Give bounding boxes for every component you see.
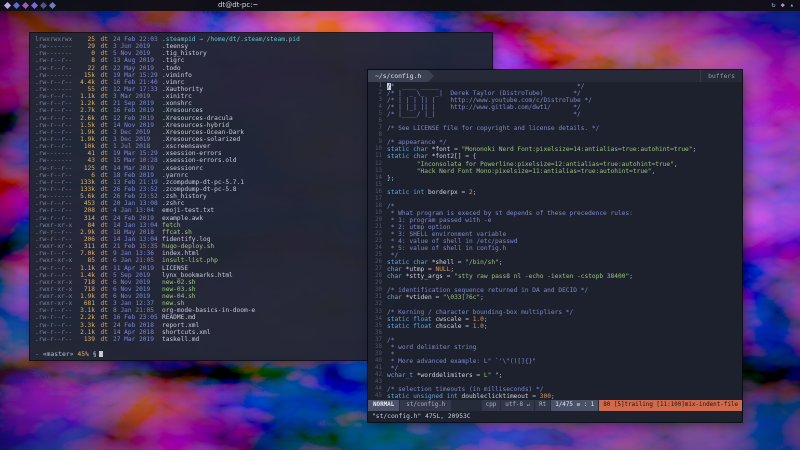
tab-config-h[interactable]: ~/s/config.h [368, 70, 428, 82]
command-line: "st/config.h" 475L, 20953C [368, 411, 742, 422]
code-line: 24 * 5: value of shell in config.h [368, 245, 742, 252]
buffers-label: buffers [700, 70, 742, 82]
system-tray: ↻ ◆ ▴ [771, 0, 794, 11]
workspace-1-icon[interactable] [4, 2, 11, 9]
code-area[interactable]: 1/* ____ _____ */2/* | _ \_ _| Derek Tay… [368, 82, 742, 400]
code-line: 19 * What program is execed by st depend… [368, 210, 742, 217]
workspace-6-icon[interactable] [49, 2, 56, 9]
code-line: 20 * 1: program passed with -e [368, 217, 742, 224]
code-line: 16static int borderpx = 2; [368, 189, 742, 196]
wifi-icon[interactable]: ▴ [790, 0, 794, 11]
tab-arrow-icon [428, 70, 434, 82]
updates-icon[interactable]: ↻ [771, 0, 775, 11]
code-line: 5/* |____/ |_| */ [368, 111, 742, 118]
workspace-3-icon[interactable] [22, 2, 29, 9]
code-line: 22 * 3: SHELL environment variable [368, 231, 742, 238]
file-row: .rw-------0dt5 Nov 2019.tig_history [35, 50, 492, 57]
volume-icon[interactable]: ◆ [781, 0, 785, 11]
code-line: 30/* identification sequence returned in… [368, 287, 742, 294]
file-row: .rw-r--r--8dt13 Aug 2019.tigrc [35, 57, 492, 64]
code-line: 25 */ [368, 252, 742, 259]
tab-title: ~/s/config.h [375, 72, 421, 80]
code-line: 33/* Kerning / character bounding-box mu… [368, 309, 742, 316]
code-line: 3/* | | | || | http://www.youtube.com/c/… [368, 97, 742, 104]
code-line: 10static char *font = "Mononoki Nerd Fon… [368, 146, 742, 153]
statusbar-filename: st/config.h [400, 400, 451, 411]
code-line: 40 * More advanced example: L" `'\"()[]{… [368, 358, 742, 365]
code-line: 45static unsigned int doubleclicktimeout… [368, 393, 742, 400]
code-line: 17 [368, 196, 742, 203]
editor-tabline: ~/s/config.h buffers [368, 70, 742, 82]
code-line: 6 [368, 118, 742, 125]
position-indicator: 1/475 ≡ : 1 [551, 400, 598, 411]
workspace-indicators [5, 3, 55, 8]
code-line: 39 * [368, 351, 742, 358]
workspace-5-icon[interactable] [40, 2, 47, 9]
code-line: 14}; [368, 175, 742, 182]
code-line: 4/* | |_| || | http://www.gitlab.com/dwt… [368, 104, 742, 111]
code-line: 36 [368, 330, 742, 337]
code-line: 38 * word delimiter string [368, 344, 742, 351]
code-line: 44/* selection timeouts (in milliseconds… [368, 386, 742, 393]
code-line: 18/* [368, 203, 742, 210]
code-line: 34static float cwscale = 1.0; [368, 316, 742, 323]
code-line: 41 */ [368, 365, 742, 372]
workspace-4-icon[interactable] [31, 2, 38, 9]
code-line: 42wchar_t *worddelimiters = L" "; [368, 372, 742, 379]
code-line: 1/* ____ _____ */ [368, 83, 742, 90]
editor-window[interactable]: ~/s/config.h buffers 1/* ____ _____ */2/… [368, 70, 742, 422]
code-line: 2/* | _ \_ _| Derek Taylor (DistroTube) … [368, 90, 742, 97]
workspace-2-icon[interactable] [13, 2, 20, 9]
code-line: 28char *stty_args = "stty raw pass8 nl -… [368, 273, 742, 280]
text-cursor [99, 351, 103, 358]
whitespace-warning: 80 [5]trailing [11:100]mix-indent-file [599, 400, 742, 411]
code-line: 31char *vtiden = "\033[?6c"; [368, 294, 742, 301]
code-line: 29 [368, 280, 742, 287]
code-line: 23 * 4: value of shell in /etc/passwd [368, 238, 742, 245]
code-line: 12 "Inconsolata for Powerline:pixelsize=… [368, 161, 742, 168]
code-line: 8 [368, 132, 742, 139]
code-line: 21 * 2: utmp option [368, 224, 742, 231]
code-line: 27char *utmp = NULL; [368, 266, 742, 273]
filetype-indicator: cpp [482, 400, 501, 411]
fileformat-indicator: Rt [535, 400, 550, 411]
code-line: 26static char *shell = "/bin/sh"; [368, 259, 742, 266]
encoding-indicator: utf-8 ↵ [501, 400, 534, 411]
window-title: dt@dt-pc:~ [218, 0, 258, 11]
code-line: 32 [368, 301, 742, 308]
editor-statusbar: NORMAL st/config.h cpp utf-8 ↵ Rt 1/475 … [368, 400, 742, 411]
code-line: 37/* [368, 337, 742, 344]
code-line: 43 [368, 379, 742, 386]
statusbar-spacer [451, 400, 480, 411]
code-line: 11static char *font2[] = { [368, 153, 742, 160]
code-line: 35static float chscale = 1.0; [368, 323, 742, 330]
file-row: lrwxrwxrwx25dt24 Feb 22:03.steampid → /h… [35, 36, 492, 43]
top-panel: dt@dt-pc:~ ↻ ◆ ▴ [0, 0, 800, 11]
desktop: dt@dt-pc:~ ↻ ◆ ▴ lrwxrwxrwx25dt24 Feb 22:0… [0, 0, 800, 450]
mode-indicator: NORMAL [368, 400, 399, 411]
code-line: 9/* appearance */ [368, 139, 742, 146]
code-line: 13 "Hack Nerd Font Mono:pixelsize=11:ant… [368, 168, 742, 175]
code-line: 7/* See LICENSE file for copyright and l… [368, 125, 742, 132]
file-row: .rw-------29dt3 Jun 2019.teensy [35, 43, 492, 50]
code-line: 15 [368, 182, 742, 189]
